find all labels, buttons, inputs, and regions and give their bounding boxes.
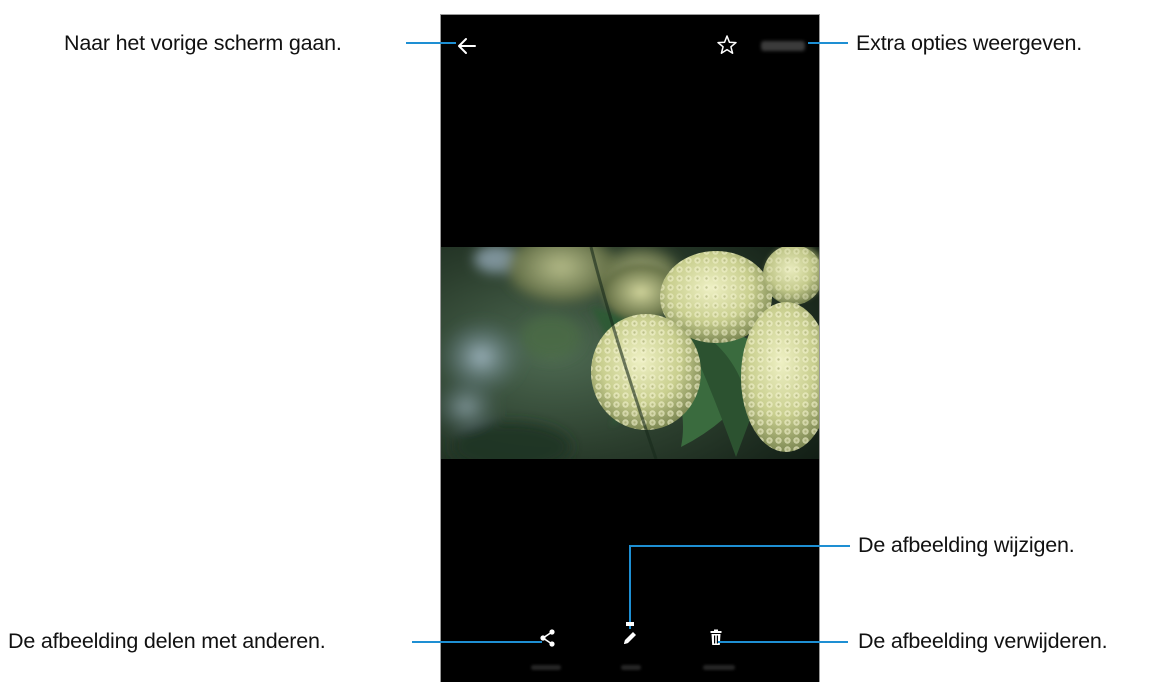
edit-leader-line-h (629, 545, 850, 547)
delete-label (703, 665, 735, 670)
trash-icon (710, 629, 722, 645)
more-options-button[interactable] (761, 41, 805, 51)
callout-delete: De afbeelding verwijderen. (858, 629, 1108, 653)
callout-more-options: Extra opties weergeven. (856, 31, 1083, 55)
arrow-left-icon (458, 38, 476, 54)
edit-leader-line-v (629, 545, 631, 629)
back-leader-line (406, 42, 456, 44)
star-outline-icon (717, 35, 737, 54)
share-icon (540, 629, 555, 647)
more-leader-line (808, 42, 848, 44)
edit-label (621, 665, 641, 670)
bottom-toolbar (441, 625, 819, 682)
callout-back: Naar het vorige scherm gaan. (64, 31, 342, 55)
delete-leader-line (718, 641, 848, 643)
edit-button[interactable] (615, 625, 645, 653)
pencil-icon (624, 632, 636, 644)
top-toolbar (441, 31, 819, 61)
delete-button[interactable] (701, 625, 731, 653)
hydrangea-photo (441, 247, 819, 459)
favorite-button[interactable] (716, 33, 738, 57)
edit-leader-gap (626, 622, 634, 626)
share-leader-line (412, 641, 542, 643)
callout-edit: De afbeelding wijzigen. (858, 533, 1075, 557)
share-label (531, 665, 561, 670)
callout-share: De afbeelding delen met anderen. (8, 629, 326, 653)
back-button[interactable] (455, 31, 481, 61)
photo-viewer-image[interactable] (441, 247, 819, 459)
share-button[interactable] (533, 625, 563, 653)
